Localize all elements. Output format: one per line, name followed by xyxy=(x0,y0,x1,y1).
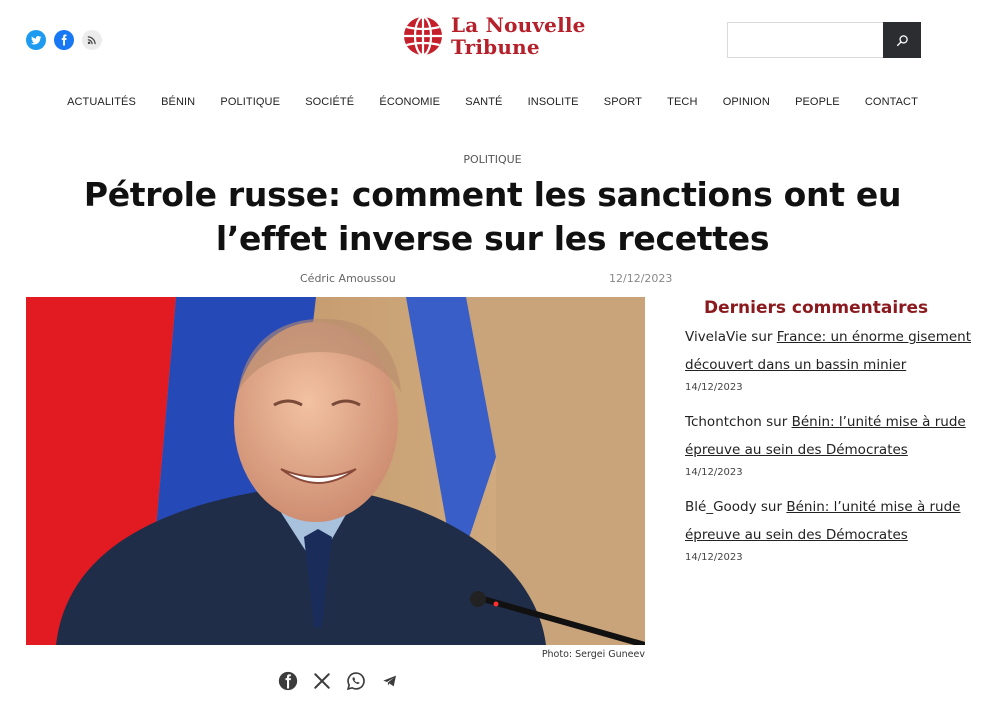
article-category[interactable]: POLITIQUE xyxy=(0,153,985,166)
nav-item-contact[interactable]: CONTACT xyxy=(852,94,930,110)
nav-item-benin[interactable]: BÉNIN xyxy=(149,94,208,110)
rss-icon[interactable] xyxy=(82,30,102,50)
comment-separator: sur xyxy=(747,329,777,345)
nav-item-sante[interactable]: SANTÉ xyxy=(453,94,515,110)
comment-separator: sur xyxy=(761,414,792,430)
logo-line-2: Tribune xyxy=(451,35,540,59)
whatsapp-icon[interactable] xyxy=(345,670,367,692)
search-icon xyxy=(896,34,908,46)
article-title: Pétrole russe: comment les sanctions ont… xyxy=(83,175,902,258)
article-date: 12/12/2023 xyxy=(609,272,673,285)
nav-item-economie[interactable]: ÉCONOMIE xyxy=(367,94,453,110)
sidebar-title: Derniers commentaires xyxy=(704,298,929,318)
comment-author: Blé_Goody xyxy=(685,499,757,515)
logo-wordmark: La Nouvelle Tribune xyxy=(451,14,586,58)
article-author[interactable]: Cédric Amoussou xyxy=(300,272,396,285)
x-icon[interactable] xyxy=(311,670,333,692)
search-button[interactable] xyxy=(883,22,921,58)
search-form xyxy=(727,22,921,58)
nav-item-actualites[interactable]: ACTUALITÉS xyxy=(54,94,148,110)
article-photo xyxy=(26,297,645,645)
comment-item: Tchontchon sur Bénin: l’unité mise à rud… xyxy=(685,409,975,480)
globe-logo-icon xyxy=(404,16,442,56)
comment-separator: sur xyxy=(756,499,787,515)
comment-item: Blé_Goody sur Bénin: l’unité mise à rude… xyxy=(685,494,975,565)
comment-author: Tchontchon xyxy=(685,414,762,430)
nav-item-sport[interactable]: SPORT xyxy=(591,94,654,110)
nav-item-societe[interactable]: SOCIÉTÉ xyxy=(293,94,367,110)
comment-date: 14/12/2023 xyxy=(685,382,743,393)
nav-item-insolite[interactable]: INSOLITE xyxy=(515,94,591,110)
search-input[interactable] xyxy=(727,22,883,58)
main-nav: ACTUALITÉS BÉNIN POLITIQUE SOCIÉTÉ ÉCONO… xyxy=(0,94,985,110)
nav-item-opinion[interactable]: OPINION xyxy=(710,94,782,110)
facebook-icon[interactable] xyxy=(54,30,74,50)
telegram-icon[interactable] xyxy=(379,670,401,692)
social-links xyxy=(26,30,102,50)
nav-item-tech[interactable]: TECH xyxy=(655,94,711,110)
comment-item: VivelaVie sur France: un énorme gisement… xyxy=(685,324,975,395)
nav-item-people[interactable]: PEOPLE xyxy=(782,94,852,110)
twitter-icon[interactable] xyxy=(26,30,46,50)
nav-item-politique[interactable]: POLITIQUE xyxy=(208,94,293,110)
share-bar xyxy=(277,670,401,692)
logo-line-1: La Nouvelle xyxy=(451,13,586,37)
comment-author: VivelaVie xyxy=(685,329,748,345)
facebook-icon[interactable] xyxy=(277,670,299,692)
site-logo[interactable]: La Nouvelle Tribune xyxy=(403,14,586,58)
latest-comments-widget: Derniers commentaires VivelaVie sur Fran… xyxy=(685,298,975,579)
comment-date: 14/12/2023 xyxy=(685,552,743,563)
photo-credit: Photo: Sergei Guneev xyxy=(541,649,645,660)
comment-date: 14/12/2023 xyxy=(685,467,743,478)
